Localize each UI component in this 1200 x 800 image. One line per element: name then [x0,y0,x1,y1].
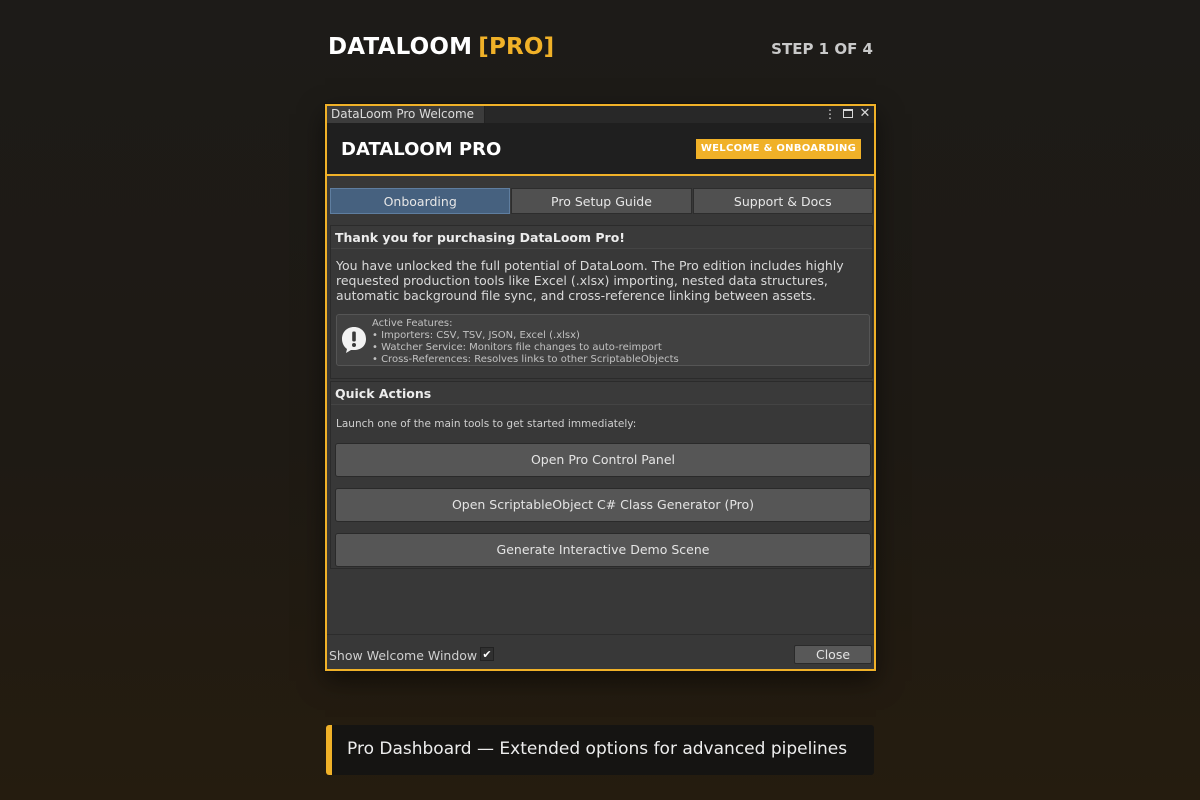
open-class-generator-button[interactable]: Open ScriptableObject C# Class Generator… [335,488,871,522]
close-button[interactable]: Close [794,645,872,664]
brand-title: DATALOOM [PRO] [328,34,554,60]
header-title: DATALOOM PRO [341,139,502,160]
show-welcome-label: Show Welcome Window o [329,648,489,663]
intro-body: You have unlocked the full potential of … [336,258,844,303]
close-window-icon[interactable]: ✕ [859,107,871,121]
window-footer: Show Welcome Window o ✔ Close [327,634,874,669]
generate-demo-scene-button[interactable]: Generate Interactive Demo Scene [335,533,871,567]
quick-actions-panel: Quick Actions Launch one of the main too… [330,381,873,569]
window-tab[interactable]: DataLoom Pro Welcome [327,106,485,123]
tab-onboarding[interactable]: Onboarding [330,188,511,214]
maximize-icon[interactable] [842,107,854,121]
tab-pro-setup-guide[interactable]: Pro Setup Guide [511,188,692,214]
brand-name: DATALOOM [328,34,473,60]
caption-accent-bar [326,725,332,775]
header-badge: WELCOME & ONBOARDING [696,139,861,159]
more-options-icon[interactable]: ⋮ [824,107,836,121]
intro-panel: Thank you for purchasing DataLoom Pro! Y… [330,225,873,379]
caption-text: Pro Dashboard — Extended options for adv… [347,739,848,759]
show-welcome-checkbox[interactable]: ✔ [480,647,494,661]
tab-bar: Onboarding Pro Setup Guide Support & Doc… [330,188,873,214]
brand-tag: [PRO] [478,34,555,60]
help-line: • Watcher Service: Monitors file changes… [372,342,662,353]
tab-support-docs[interactable]: Support & Docs [692,188,873,214]
help-line: • Importers: CSV, TSV, JSON, Excel (.xls… [372,330,580,341]
window-header: DATALOOM PRO WELCOME & ONBOARDING [327,123,874,176]
step-indicator: STEP 1 OF 4 [771,40,873,58]
caption-box: Pro Dashboard — Extended options for adv… [326,725,874,775]
help-line: Active Features: [372,318,453,329]
welcome-window: DataLoom Pro Welcome ⋮ ✕ DATALOOM PRO WE… [325,104,876,671]
quick-actions-heading: Quick Actions [331,382,872,405]
info-icon [342,327,366,353]
quick-actions-subtitle: Launch one of the main tools to get star… [336,418,637,430]
intro-heading: Thank you for purchasing DataLoom Pro! [331,226,872,249]
active-features-helpbox: Active Features: • Importers: CSV, TSV, … [336,314,870,366]
help-line: • Cross-References: Resolves links to ot… [372,354,679,365]
open-pro-control-panel-button[interactable]: Open Pro Control Panel [335,443,871,477]
window-titlebar: DataLoom Pro Welcome ⋮ ✕ [327,106,874,123]
help-lines: Active Features: • Importers: CSV, TSV, … [372,318,679,366]
